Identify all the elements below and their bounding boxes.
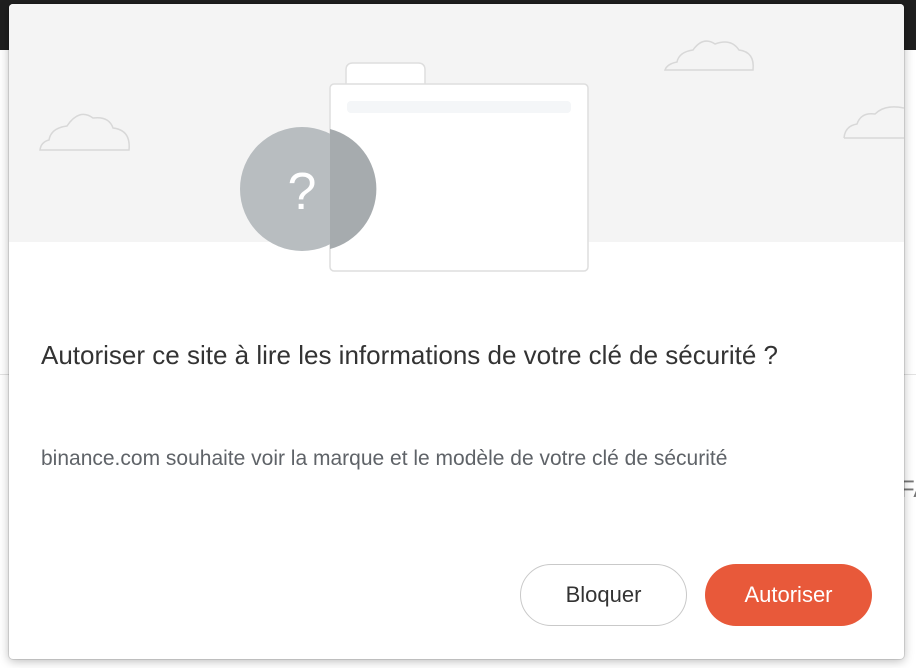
question-badge-icon: ? <box>240 127 377 251</box>
cloud-icon <box>843 106 904 139</box>
cloud-icon <box>39 113 130 151</box>
dialog-description: binance.com souhaite voir la marque et l… <box>41 447 728 470</box>
dialog-title: Autoriser ce site à lire les information… <box>41 340 779 370</box>
security-key-permission-dialog: ? Autoriser ce site à lire les informati… <box>9 4 904 659</box>
illustration-graphic: ? <box>39 40 904 272</box>
question-mark-glyph: ? <box>288 163 317 221</box>
cloud-icon <box>663 40 754 71</box>
block-button[interactable]: Bloquer <box>520 564 687 626</box>
allow-button[interactable]: Autoriser <box>705 564 872 626</box>
